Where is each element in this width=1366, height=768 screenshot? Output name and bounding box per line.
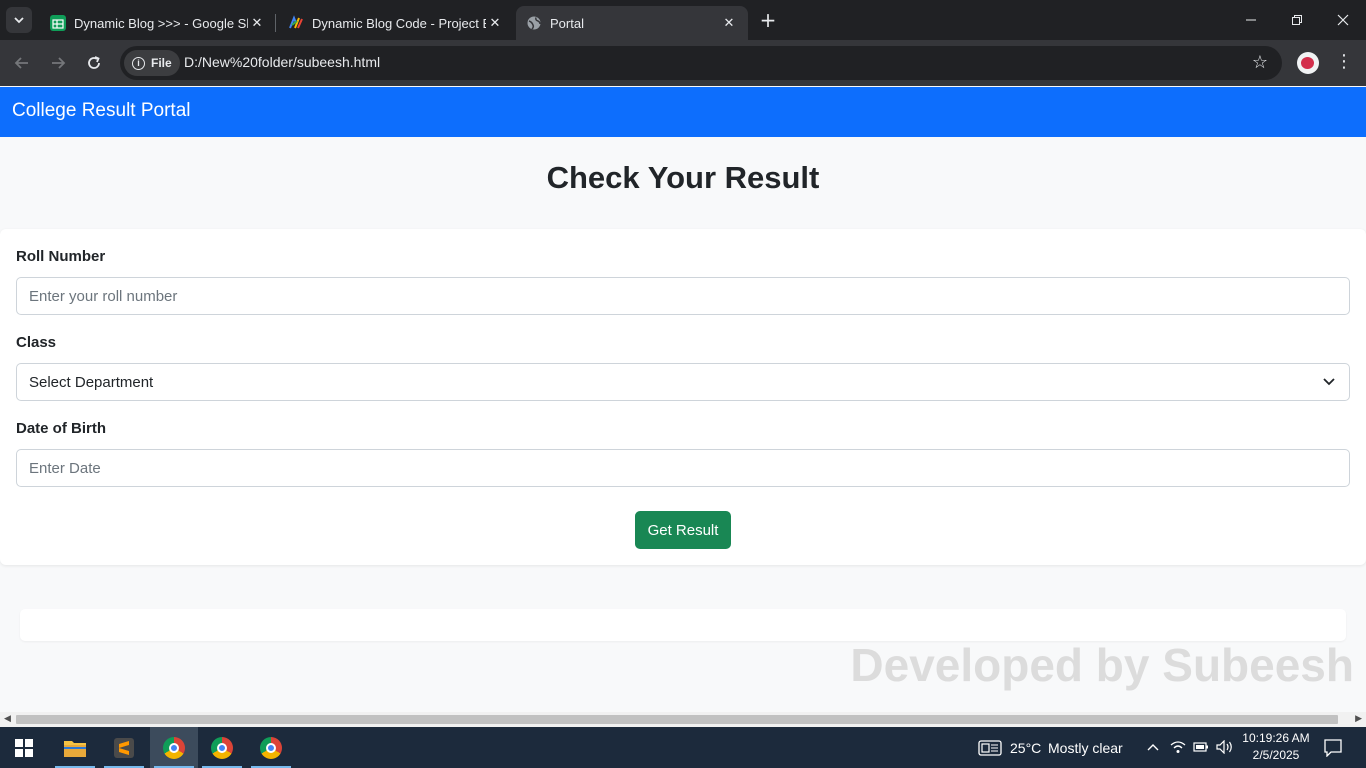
arrow-left-icon: [14, 57, 28, 69]
browser-menu-icon[interactable]: ⋮: [1334, 51, 1354, 75]
start-button[interactable]: [0, 727, 48, 768]
system-clock[interactable]: 10:19:26 AM 2/5/2025: [1238, 730, 1314, 764]
chevron-up-icon[interactable]: [1146, 741, 1160, 753]
weather-widget-icon[interactable]: [978, 740, 1002, 756]
globe-icon: [526, 15, 542, 31]
back-button[interactable]: [8, 49, 36, 77]
minimize-icon: [1246, 19, 1256, 21]
tab-search-button[interactable]: [6, 7, 32, 33]
chrome-window-button-1[interactable]: [150, 727, 198, 768]
tab-project-code[interactable]: Dynamic Blog Code - Project Ed ✕: [278, 6, 514, 40]
reload-button[interactable]: [80, 49, 108, 77]
plus-icon: +: [759, 8, 777, 32]
department-select-value: Select Department: [29, 373, 154, 391]
date-of-birth-input[interactable]: [16, 449, 1350, 487]
developer-watermark: Developed by Subeesh: [850, 639, 1354, 691]
restore-button[interactable]: [1274, 0, 1320, 40]
class-label: Class: [16, 334, 57, 351]
windows-logo-icon: [15, 738, 33, 757]
browser-tab-strip: Dynamic Blog >>> - Google Sh ✕ Dynamic B…: [0, 0, 1366, 40]
get-result-button[interactable]: Get Result: [635, 511, 731, 549]
close-icon[interactable]: ✕: [248, 14, 266, 32]
tab-separator: [275, 14, 276, 32]
close-icon: [1337, 14, 1349, 26]
site-chip-label: File: [151, 56, 172, 70]
tab-google-sheets[interactable]: Dynamic Blog >>> - Google Sh ✕: [40, 6, 276, 40]
close-window-button[interactable]: [1320, 0, 1366, 40]
weather-temperature[interactable]: 25°C: [1010, 740, 1041, 756]
info-icon: i: [132, 56, 145, 70]
department-select[interactable]: Select Department: [16, 363, 1350, 401]
tab-title: Dynamic Blog >>> - Google Sh: [74, 15, 248, 31]
tab-title: Dynamic Blog Code - Project Ed: [312, 15, 486, 31]
close-icon[interactable]: ✕: [720, 14, 738, 32]
new-tab-button[interactable]: +: [756, 8, 780, 32]
google-sheets-icon: [50, 15, 66, 31]
file-explorer-button[interactable]: [51, 727, 99, 768]
notification-icon[interactable]: [1324, 739, 1342, 757]
reload-icon: [88, 56, 100, 69]
clock-time: 10:19:26 AM: [1242, 731, 1310, 745]
scroll-left-arrow-icon[interactable]: ◀: [4, 714, 11, 724]
profile-avatar[interactable]: [1297, 52, 1319, 74]
forward-button[interactable]: [44, 49, 72, 77]
wifi-icon[interactable]: [1170, 740, 1186, 754]
chevron-down-icon: [1323, 378, 1335, 386]
horizontal-scrollbar[interactable]: ◀ ▶: [0, 712, 1366, 727]
battery-icon[interactable]: [1193, 740, 1209, 754]
chrome-icon: [260, 736, 282, 759]
clock-date: 2/5/2025: [1252, 748, 1300, 762]
site-navbar: College Result Portal: [0, 87, 1366, 137]
scroll-right-arrow-icon[interactable]: ▶: [1355, 714, 1362, 724]
minimize-button[interactable]: [1228, 0, 1274, 40]
chrome-icon: [211, 736, 233, 759]
date-of-birth-label: Date of Birth: [16, 420, 106, 437]
arrow-right-icon: [52, 57, 66, 69]
navbar-brand[interactable]: College Result Portal: [12, 100, 190, 122]
scrollbar-thumb[interactable]: [16, 715, 1338, 724]
chrome-icon: [163, 736, 185, 759]
roll-number-label: Roll Number: [16, 248, 106, 265]
chrome-window-button-3[interactable]: [247, 727, 295, 768]
sublime-text-button[interactable]: [100, 727, 148, 768]
restore-icon: [1292, 15, 1302, 25]
sublime-text-icon: [114, 737, 134, 758]
tab-portal[interactable]: Portal ✕: [516, 6, 748, 40]
close-icon[interactable]: ✕: [486, 14, 504, 32]
windows-taskbar: 25°C Mostly clear 10:19:26 AM 2/5/2025: [0, 727, 1366, 768]
result-form-card: Roll Number Class Select Department Date…: [0, 229, 1366, 565]
gemini-project-icon: [288, 15, 304, 31]
result-output-box: [20, 609, 1346, 641]
page-title: Check Your Result: [546, 160, 820, 195]
chrome-window-button-2[interactable]: [198, 727, 246, 768]
tab-title: Portal: [550, 15, 584, 31]
browser-toolbar: i File D:/New%20folder/subeesh.html ☆: [0, 40, 1366, 86]
weather-description[interactable]: Mostly clear: [1048, 740, 1123, 756]
folder-icon: [64, 740, 86, 757]
bookmark-star-icon[interactable]: ☆: [1252, 52, 1268, 73]
site-info-chip[interactable]: i File: [124, 50, 180, 76]
volume-icon[interactable]: [1216, 740, 1234, 754]
url-text[interactable]: D:/New%20folder/subeesh.html: [184, 54, 380, 70]
address-bar[interactable]: i File D:/New%20folder/subeesh.html ☆: [120, 46, 1282, 80]
roll-number-input[interactable]: [16, 277, 1350, 315]
chevron-down-icon: [14, 17, 24, 24]
